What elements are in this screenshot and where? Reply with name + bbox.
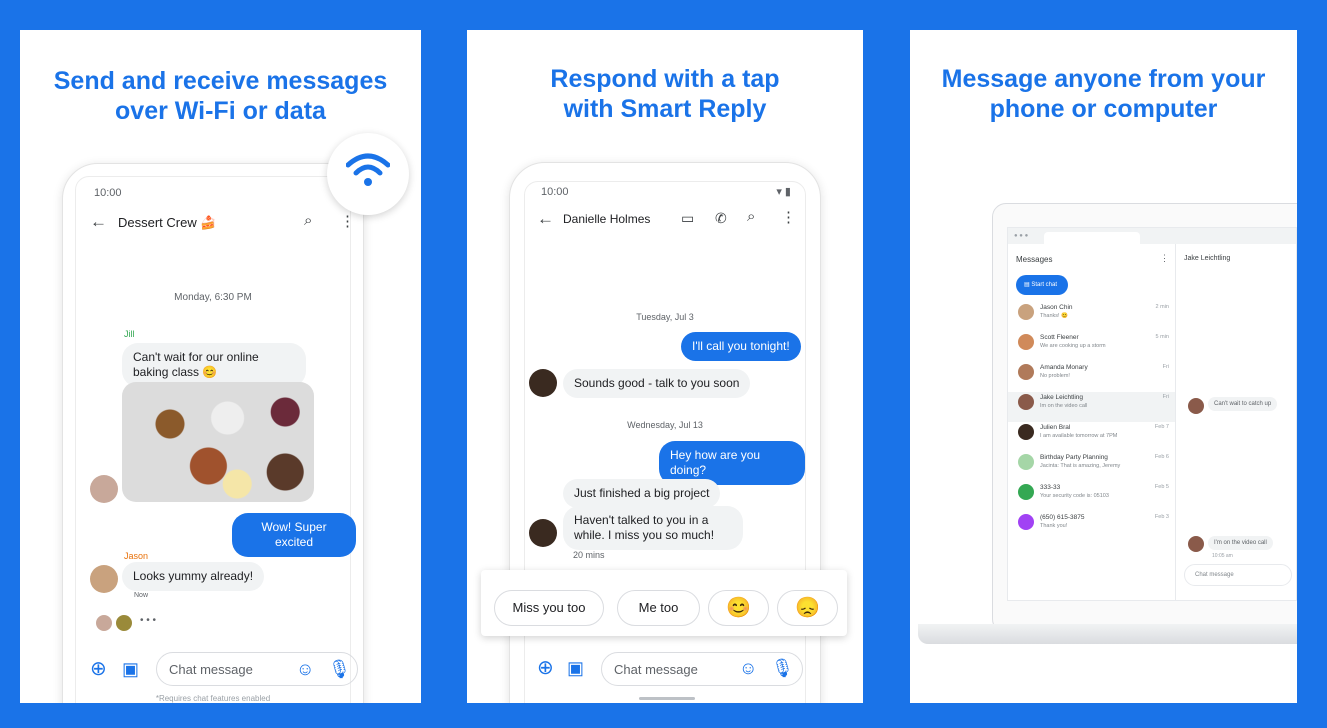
conversation-item[interactable]: Birthday Party Planning Jacinta: That is … — [1008, 452, 1175, 482]
emoji-icon[interactable]: ☺ — [296, 659, 314, 679]
date-label: Tuesday, Jul 3 — [636, 312, 694, 322]
avatar — [1188, 536, 1204, 552]
avatar — [90, 475, 118, 503]
panel-smart-reply: Respond with a tap with Smart Reply 10:00… — [467, 30, 863, 703]
conversation-item[interactable]: Scott Fleener We are cooking up a storm 5 … — [1008, 332, 1175, 362]
start-chat-button[interactable]: ▤ Start chat — [1016, 275, 1068, 295]
date-label: Monday, 6:30 PM — [174, 292, 252, 303]
avatar — [529, 519, 557, 547]
video-call-icon[interactable]: ▭ — [681, 210, 694, 227]
nav-handle — [639, 697, 695, 700]
panel-wifi: Send and receive messages over Wi-Fi or d… — [20, 30, 421, 703]
avatar — [1018, 334, 1034, 350]
message-bubble: I'm on the video call — [1208, 536, 1273, 550]
avatar — [1018, 424, 1034, 440]
add-circle-icon[interactable]: ⊕ — [537, 658, 554, 678]
search-icon[interactable]: ⌕ — [304, 212, 312, 229]
conversation-item[interactable]: 333-33 Your security code is: 05103 Feb 5 — [1008, 482, 1175, 512]
message-bubble: Sounds good - talk to you soon — [563, 369, 751, 398]
browser-tab[interactable] — [1044, 232, 1140, 244]
conversation-item[interactable]: Jason Chin Thanks! 😊 2 min — [1008, 302, 1175, 332]
smart-reply-emoji-chip[interactable]: 😞 — [777, 590, 838, 626]
add-circle-icon[interactable]: ⊕ — [90, 659, 107, 679]
chat-icon: ▤ — [1024, 282, 1030, 288]
back-arrow-icon[interactable]: ← — [537, 209, 554, 229]
message-time: 10:05 am — [1212, 553, 1233, 559]
message-bubble: Can't wait for our online baking class 😊 — [122, 343, 306, 387]
status-time: 10:00 — [541, 186, 569, 198]
avatar — [1018, 394, 1034, 410]
message-time: 20 mins — [573, 550, 605, 560]
avatar — [1018, 364, 1034, 380]
date-label: Wednesday, Jul 13 — [627, 420, 703, 430]
footnote: *Requires chat features enabled — [155, 694, 271, 703]
app-title: Messages — [1016, 255, 1053, 264]
smart-reply-chip[interactable]: Miss you too — [494, 590, 604, 626]
back-arrow-icon[interactable]: ← — [90, 212, 107, 232]
message-bubble-out: I'll call you tonight! — [681, 332, 801, 361]
search-icon[interactable]: ⌕ — [747, 208, 755, 225]
window-controls: ● ● ● — [1014, 233, 1029, 239]
wifi-badge — [327, 133, 409, 215]
person-icon — [1018, 514, 1034, 530]
chat-message-input[interactable]: Chat message — [1184, 564, 1292, 586]
browser-window: ● ● ● Messages ⋮ ▤ Start chat Jason Chin… — [1007, 227, 1297, 601]
browser-tabbar: ● ● ● — [1008, 228, 1296, 244]
mic-icon[interactable]: 🎙 — [771, 658, 794, 678]
avatar — [529, 369, 557, 397]
emoji-icon[interactable]: ☺ — [739, 658, 757, 678]
wifi-icon — [345, 153, 391, 186]
message-bubble: Can't wait to catch up — [1208, 397, 1278, 411]
message-bubble: Haven't talked to you in a while. I miss… — [563, 506, 743, 550]
avatar — [1018, 304, 1034, 320]
active-contact-name: Jake Leichtling — [1184, 255, 1231, 262]
conversation-item[interactable]: (650) 615-3875 Thank you! Feb 3 — [1008, 512, 1175, 542]
message-time: Now — [134, 592, 149, 599]
panel-title: Message anyone from your phone or compute… — [941, 65, 1266, 123]
phone-icon[interactable]: ✆ — [715, 210, 727, 227]
smart-reply-chip[interactable]: Me too — [617, 590, 700, 626]
status-time: 10:00 — [94, 187, 122, 199]
person-icon — [1018, 484, 1034, 500]
more-vert-icon[interactable]: ⋮ — [1160, 253, 1169, 264]
gallery-icon[interactable]: ▣ — [567, 658, 584, 678]
panel-computer: Message anyone from your phone or compute… — [910, 30, 1297, 703]
conversation-item[interactable]: Amanda Monary No problem! Fri — [1008, 362, 1175, 392]
group-avatar — [1018, 454, 1034, 470]
typing-indicator: • • • — [140, 615, 157, 626]
more-vert-icon[interactable]: ⋮ — [781, 208, 796, 226]
panel-title: Respond with a tap with Smart Reply — [550, 65, 780, 123]
sender-name: Jill — [124, 329, 135, 339]
gallery-icon[interactable]: ▣ — [122, 659, 139, 679]
status-icons: ▾ ▮ — [776, 186, 791, 198]
avatar — [1188, 398, 1204, 414]
conversation-item-active[interactable]: Jake Leichtling Im on the video call Fri — [1008, 392, 1175, 422]
message-bubble: Just finished a big project — [563, 479, 721, 508]
sender-name: Jason — [124, 551, 149, 561]
baking-photo[interactable] — [122, 382, 314, 502]
laptop-base — [918, 624, 1297, 644]
message-bubble: Looks yummy already! — [122, 562, 265, 591]
mic-icon[interactable]: 🎙 — [328, 659, 351, 679]
panel-title: Send and receive messages over Wi-Fi or d… — [53, 67, 388, 125]
avatar — [116, 615, 132, 631]
avatar — [96, 615, 112, 631]
conversation-item[interactable]: Julien Bral I am available tomorrow at 7P… — [1008, 422, 1175, 452]
avatar — [90, 565, 118, 593]
smart-reply-emoji-chip[interactable]: 😊 — [708, 590, 769, 626]
contact-name: Danielle Holmes — [563, 212, 651, 226]
phone-frame: 10:00 ← Dessert Crew 🍰 ⌕ ⋮ Monday, 6:30 … — [62, 163, 364, 703]
message-bubble-out: Wow! Super excited — [232, 513, 356, 557]
contact-name: Dessert Crew 🍰 — [118, 215, 217, 230]
more-vert-icon[interactable]: ⋮ — [340, 212, 355, 230]
